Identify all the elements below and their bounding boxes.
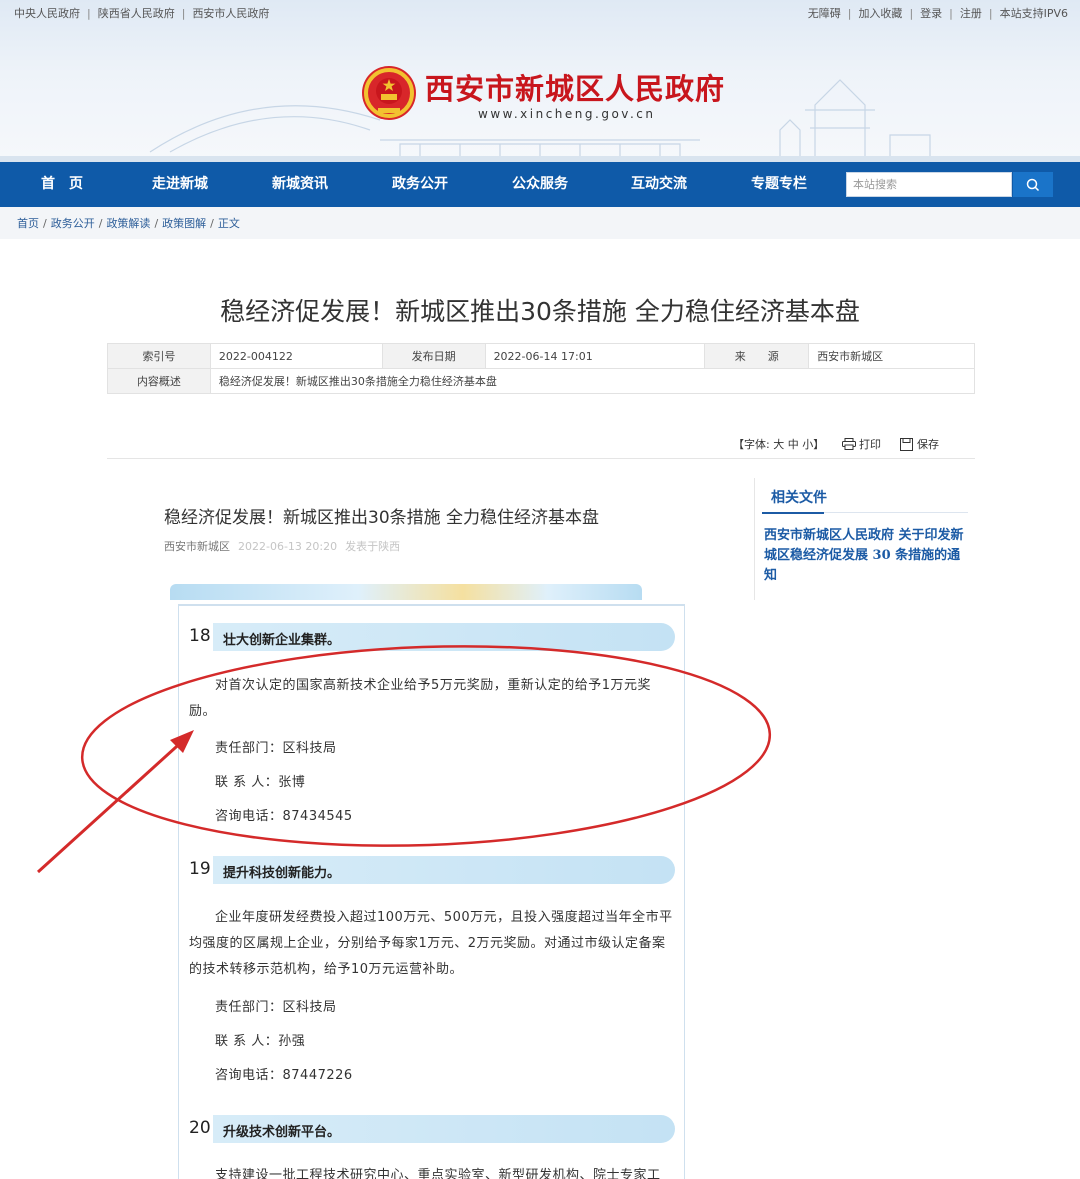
sidebar-divider	[754, 478, 755, 600]
body-date: 2022-06-13 20:20	[238, 540, 338, 553]
section-19-phone: 咨询电话：87447226	[215, 1068, 353, 1083]
related-file-link[interactable]: 西安市新城区人民政府 关于印发新城区稳经济促发展 30 条措施的通知	[764, 526, 964, 586]
printer-icon	[842, 438, 856, 450]
section-19-text: 企业年度研发经费投入超过100万元、500万元，且投入强度超过当年全市平均强度的…	[189, 910, 673, 977]
body-title: 稳经济促发展！新城区推出30条措施 全力稳住经济基本盘	[164, 508, 600, 528]
top-link-xian-gov[interactable]: 西安市人民政府	[192, 5, 269, 21]
print-button[interactable]: 打印	[842, 436, 881, 452]
section-18-contact: 联 系 人：张博	[215, 775, 306, 790]
nav-item-news[interactable]: 新城资讯	[272, 162, 328, 207]
section-19-contact: 联 系 人：孙强	[215, 1034, 306, 1049]
meta-date-value: 2022-06-14 17:01	[484, 343, 706, 369]
top-links-left: 中央人民政府 | 陕西省人民政府 | 西安市人民政府	[14, 5, 270, 21]
breadcrumb-gov-affairs[interactable]: 政务公开	[51, 217, 95, 230]
section-18-text: 对首次认定的国家高新技术企业给予5万元奖励，重新认定的给予1万元奖励。	[189, 678, 652, 719]
section-19-dept: 责任部门：区科技局	[215, 1000, 337, 1015]
search-icon	[1026, 178, 1040, 191]
save-icon	[900, 437, 913, 451]
breadcrumb-policy-interpret[interactable]: 政策解读	[106, 217, 150, 230]
annotation-arrow-shaft	[36, 736, 188, 874]
meta-index-label: 索引号	[107, 343, 211, 369]
breadcrumb: 首页 / 政务公开 / 政策解读 / 政策图解 / 正文	[17, 217, 240, 230]
font-size-control[interactable]: 【字体: 大 中 小】	[733, 436, 824, 452]
related-files-heading: 相关文件	[771, 490, 827, 506]
section-19-title: 提升科技创新能力。	[223, 866, 341, 881]
body-meta: 西安市新城区 2022-06-13 20:20 发表于陕西	[164, 538, 400, 554]
meta-summary-value: 稳经济促发展！新城区推出30条措施全力稳住经济基本盘	[209, 368, 976, 394]
meta-date-label: 发布日期	[381, 343, 486, 369]
nav-item-interaction[interactable]: 互动交流	[631, 162, 687, 207]
print-label: 打印	[859, 438, 881, 451]
nav-item-about[interactable]: 走进新城	[152, 162, 208, 207]
register-link[interactable]: 注册	[960, 5, 982, 21]
section-18-phone: 咨询电话：87434545	[215, 809, 353, 824]
save-label: 保存	[917, 438, 939, 451]
top-links-right: 无障碍 | 加入收藏 | 登录 | 注册 | 本站支持IPV6	[807, 5, 1068, 21]
nav-item-topics[interactable]: 专题专栏	[751, 162, 807, 207]
national-emblem-icon	[362, 66, 416, 120]
top-link-central-gov[interactable]: 中央人民政府	[14, 5, 80, 21]
section-20-text: 支持建设一批工程技术研究中心、重点实验室、新型研发机构、院士专家工	[215, 1168, 661, 1179]
section-18-dept: 责任部门：区科技局	[215, 741, 337, 756]
body-author: 西安市新城区	[164, 540, 230, 553]
article-meta-table: 索引号 2022-004122 发布日期 2022-06-14 17:01 来 …	[107, 343, 976, 394]
search-button[interactable]	[1013, 172, 1053, 197]
add-favorite-link[interactable]: 加入收藏	[858, 5, 902, 21]
search-input[interactable]: 本站搜索	[846, 172, 1012, 197]
section-20-title: 升级技术创新平台。	[223, 1125, 341, 1140]
nav-item-gov-affairs[interactable]: 政务公开	[392, 162, 448, 207]
nav-item-public-service[interactable]: 公众服务	[512, 162, 568, 207]
ipv6-label: 本站支持IPV6	[999, 7, 1068, 20]
section-18-title: 壮大创新企业集群。	[223, 633, 341, 648]
breadcrumb-current: 正文	[217, 217, 240, 230]
site-header: 中央人民政府 | 陕西省人民政府 | 西安市人民政府 无障碍 | 加入收藏 | 登录 | 注册 | 本站…	[0, 0, 1080, 162]
meta-summary-label: 内容概述	[107, 368, 211, 394]
breadcrumb-home[interactable]: 首页	[17, 217, 39, 230]
related-underline-accent	[762, 512, 824, 514]
section-18-number: 18	[189, 626, 211, 646]
body-location: 发表于陕西	[345, 540, 401, 553]
meta-source-label: 来 源	[704, 343, 810, 369]
article-banner-image	[170, 584, 642, 600]
accessibility-link[interactable]: 无障碍	[808, 5, 841, 21]
nav-item-home[interactable]: 首 页	[41, 162, 83, 207]
meta-index-value: 2022-004122	[209, 343, 383, 369]
section-20-number: 20	[189, 1118, 211, 1138]
breadcrumb-policy-graphic[interactable]: 政策图解	[162, 217, 206, 230]
login-link[interactable]: 登录	[920, 5, 942, 21]
site-url: www.xincheng.gov.cn	[478, 107, 656, 121]
card-top-border	[178, 604, 685, 606]
section-19-number: 19	[189, 859, 211, 879]
save-button[interactable]: 保存	[900, 436, 939, 452]
meta-source-value: 西安市新城区	[808, 343, 975, 369]
top-link-shaanxi-gov[interactable]: 陕西省人民政府	[98, 5, 175, 21]
article-title: 稳经济促发展！新城区推出30条措施 全力稳住经济基本盘	[220, 297, 860, 326]
site-title: 西安市新城区人民政府	[425, 72, 726, 106]
divider	[107, 458, 975, 459]
